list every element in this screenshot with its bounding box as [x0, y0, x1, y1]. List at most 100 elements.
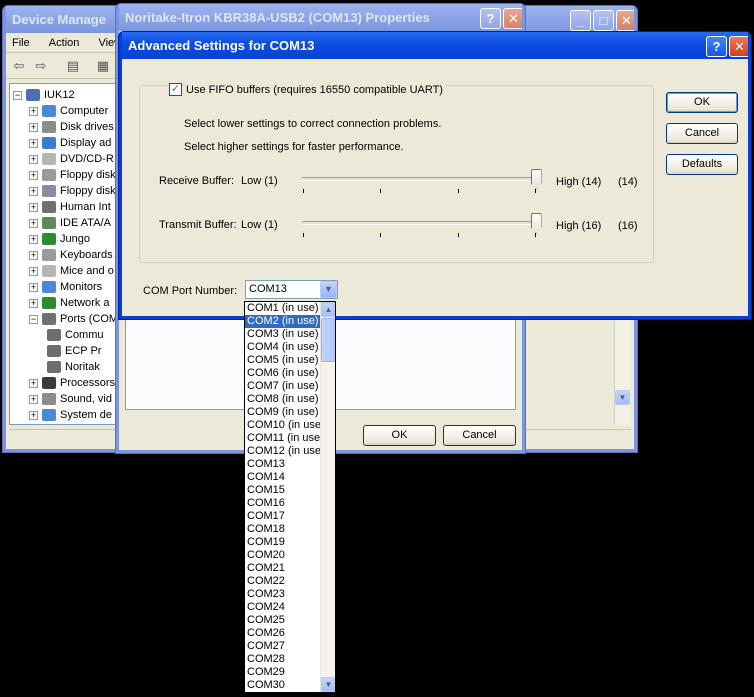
expand-icon[interactable]: + [29, 234, 38, 244]
dropdown-option[interactable]: COM21 [245, 562, 321, 575]
properties-ok-button[interactable]: OK [363, 425, 436, 446]
expand-icon[interactable]: + [29, 186, 38, 196]
expand-icon[interactable]: + [29, 266, 38, 276]
dropdown-option[interactable]: COM18 [245, 523, 321, 536]
dropdown-option[interactable]: COM2 (in use) [245, 315, 321, 328]
dropdown-option[interactable]: COM6 (in use) [245, 367, 321, 380]
dropdown-option[interactable]: COM30 [245, 679, 321, 692]
advanced-ok-button[interactable]: OK [666, 92, 738, 113]
defaults-button[interactable]: Defaults [666, 154, 738, 175]
close-button[interactable]: ✕ [503, 8, 522, 29]
back-arrow-icon[interactable]: ⇦ [10, 57, 28, 75]
dropdown-option[interactable]: COM5 (in use) [245, 354, 321, 367]
tree-node[interactable]: + System de [29, 407, 112, 423]
dropdown-option[interactable]: COM11 (in use) [245, 432, 324, 445]
com-port-select[interactable]: COM13 ▼ [245, 280, 338, 299]
tree-node[interactable]: + Computer [29, 103, 108, 119]
tree-node[interactable]: + Jungo [29, 231, 90, 247]
close-button[interactable]: ✕ [616, 10, 634, 31]
expand-icon[interactable]: + [29, 282, 38, 292]
expand-icon[interactable]: + [29, 170, 38, 180]
dropdown-option[interactable]: COM25 [245, 614, 321, 627]
scroll-down-icon[interactable]: ▼ [615, 390, 630, 405]
dropdown-option[interactable]: COM1 (in use) [245, 302, 321, 315]
expand-icon[interactable]: + [29, 106, 38, 116]
tree-node[interactable]: + Disk drives [29, 119, 114, 135]
dropdown-option[interactable]: COM8 (in use) [245, 393, 321, 406]
transmit-tick [303, 233, 304, 237]
properties-cancel-button[interactable]: Cancel [443, 425, 516, 446]
dropdown-option[interactable]: COM20 [245, 549, 321, 562]
dropdown-scrollbar[interactable]: ▲ ▼ [320, 302, 335, 692]
maximize-button[interactable]: □ [593, 10, 614, 31]
dropdown-option[interactable]: COM17 [245, 510, 321, 523]
tree-node[interactable]: + Human Int [29, 199, 111, 215]
expand-icon[interactable]: + [29, 298, 38, 308]
dropdown-option[interactable]: COM23 [245, 588, 321, 601]
expand-icon[interactable]: + [29, 122, 38, 132]
collapse-icon[interactable]: − [13, 90, 22, 100]
tree-node[interactable]: + Processors [29, 375, 115, 391]
dropdown-option[interactable]: COM4 (in use) [245, 341, 321, 354]
dropdown-option[interactable]: COM7 (in use) [245, 380, 321, 393]
tree-node[interactable]: − Ports (COM [29, 311, 118, 327]
dropdown-option[interactable]: COM26 [245, 627, 321, 640]
menu-action[interactable]: Action [49, 33, 80, 53]
tree-node[interactable]: Commu [47, 327, 104, 343]
properties-icon[interactable]: ▦ [94, 57, 112, 75]
tree-node[interactable]: + Network a [29, 295, 110, 311]
dropdown-option[interactable]: COM16 [245, 497, 321, 510]
expand-icon[interactable]: + [29, 218, 38, 228]
tree-node[interactable]: + Mice and o [29, 263, 114, 279]
scroll-up-icon[interactable]: ▲ [321, 302, 335, 317]
dropdown-option[interactable]: COM19 [245, 536, 321, 549]
tree-node[interactable]: + DVD/CD-R [29, 151, 114, 167]
expand-icon[interactable]: + [29, 394, 38, 404]
dropdown-option[interactable]: COM22 [245, 575, 321, 588]
help-button[interactable]: ? [480, 8, 501, 29]
minimize-button[interactable]: _ [570, 10, 591, 31]
forward-arrow-icon[interactable]: ⇨ [32, 57, 50, 75]
dropdown-option[interactable]: COM28 [245, 653, 321, 666]
dropdown-option[interactable]: COM9 (in use) [245, 406, 321, 419]
tree-node[interactable]: + Floppy disk [29, 167, 116, 183]
tree-node[interactable]: + Floppy disk [29, 183, 116, 199]
dropdown-option[interactable]: COM12 (in use) [245, 445, 325, 458]
advanced-titlebar[interactable]: Advanced Settings for COM13 ? ✕ [122, 32, 748, 59]
com-port-dropdown-list[interactable]: COM1 (in use) COM2 (in use) COM3 (in use) C… [244, 301, 336, 693]
expand-icon[interactable]: + [29, 154, 38, 164]
tree-node[interactable]: − IUK12 [13, 87, 75, 103]
chevron-down-icon[interactable]: ▼ [320, 281, 337, 298]
collapse-icon[interactable]: − [29, 314, 38, 324]
tree-node[interactable]: + IDE ATA/A [29, 215, 111, 231]
expand-icon[interactable]: + [29, 138, 38, 148]
show-hide-tree-icon[interactable]: ▤ [64, 57, 82, 75]
tree-node[interactable]: Noritak [47, 359, 100, 375]
dropdown-option[interactable]: COM24 [245, 601, 321, 614]
dropdown-option[interactable]: COM29 [245, 666, 321, 679]
advanced-cancel-button[interactable]: Cancel [666, 123, 738, 144]
dropdown-option[interactable]: COM27 [245, 640, 321, 653]
properties-titlebar[interactable]: Noritake-Itron KBR38A-USB2 (COM13) Prope… [119, 4, 522, 31]
menu-file[interactable]: File [12, 33, 30, 53]
device-tree[interactable]: − IUK12 + Computer + Disk drives + Display ad + D… [9, 83, 122, 425]
dropdown-option[interactable]: COM15 [245, 484, 321, 497]
tree-node[interactable]: + Keyboards [29, 247, 113, 263]
tree-node[interactable]: ECP Pr [47, 343, 101, 359]
dropdown-scroll-thumb[interactable] [321, 318, 335, 362]
fifo-checkbox[interactable]: ✓ [169, 83, 182, 96]
expand-icon[interactable]: + [29, 250, 38, 260]
tree-node[interactable]: + Display ad [29, 135, 111, 151]
dropdown-option[interactable]: COM10 (in use) [245, 419, 325, 432]
expand-icon[interactable]: + [29, 378, 38, 388]
scroll-down-icon[interactable]: ▼ [321, 677, 335, 692]
help-button[interactable]: ? [706, 36, 727, 57]
expand-icon[interactable]: + [29, 410, 38, 420]
dropdown-option[interactable]: COM13 [245, 458, 321, 471]
tree-node[interactable]: + Monitors [29, 279, 102, 295]
dropdown-option[interactable]: COM3 (in use) [245, 328, 321, 341]
dropdown-option[interactable]: COM14 [245, 471, 321, 484]
tree-node[interactable]: + Sound, vid [29, 391, 112, 407]
expand-icon[interactable]: + [29, 202, 38, 212]
close-button[interactable]: ✕ [729, 36, 748, 57]
